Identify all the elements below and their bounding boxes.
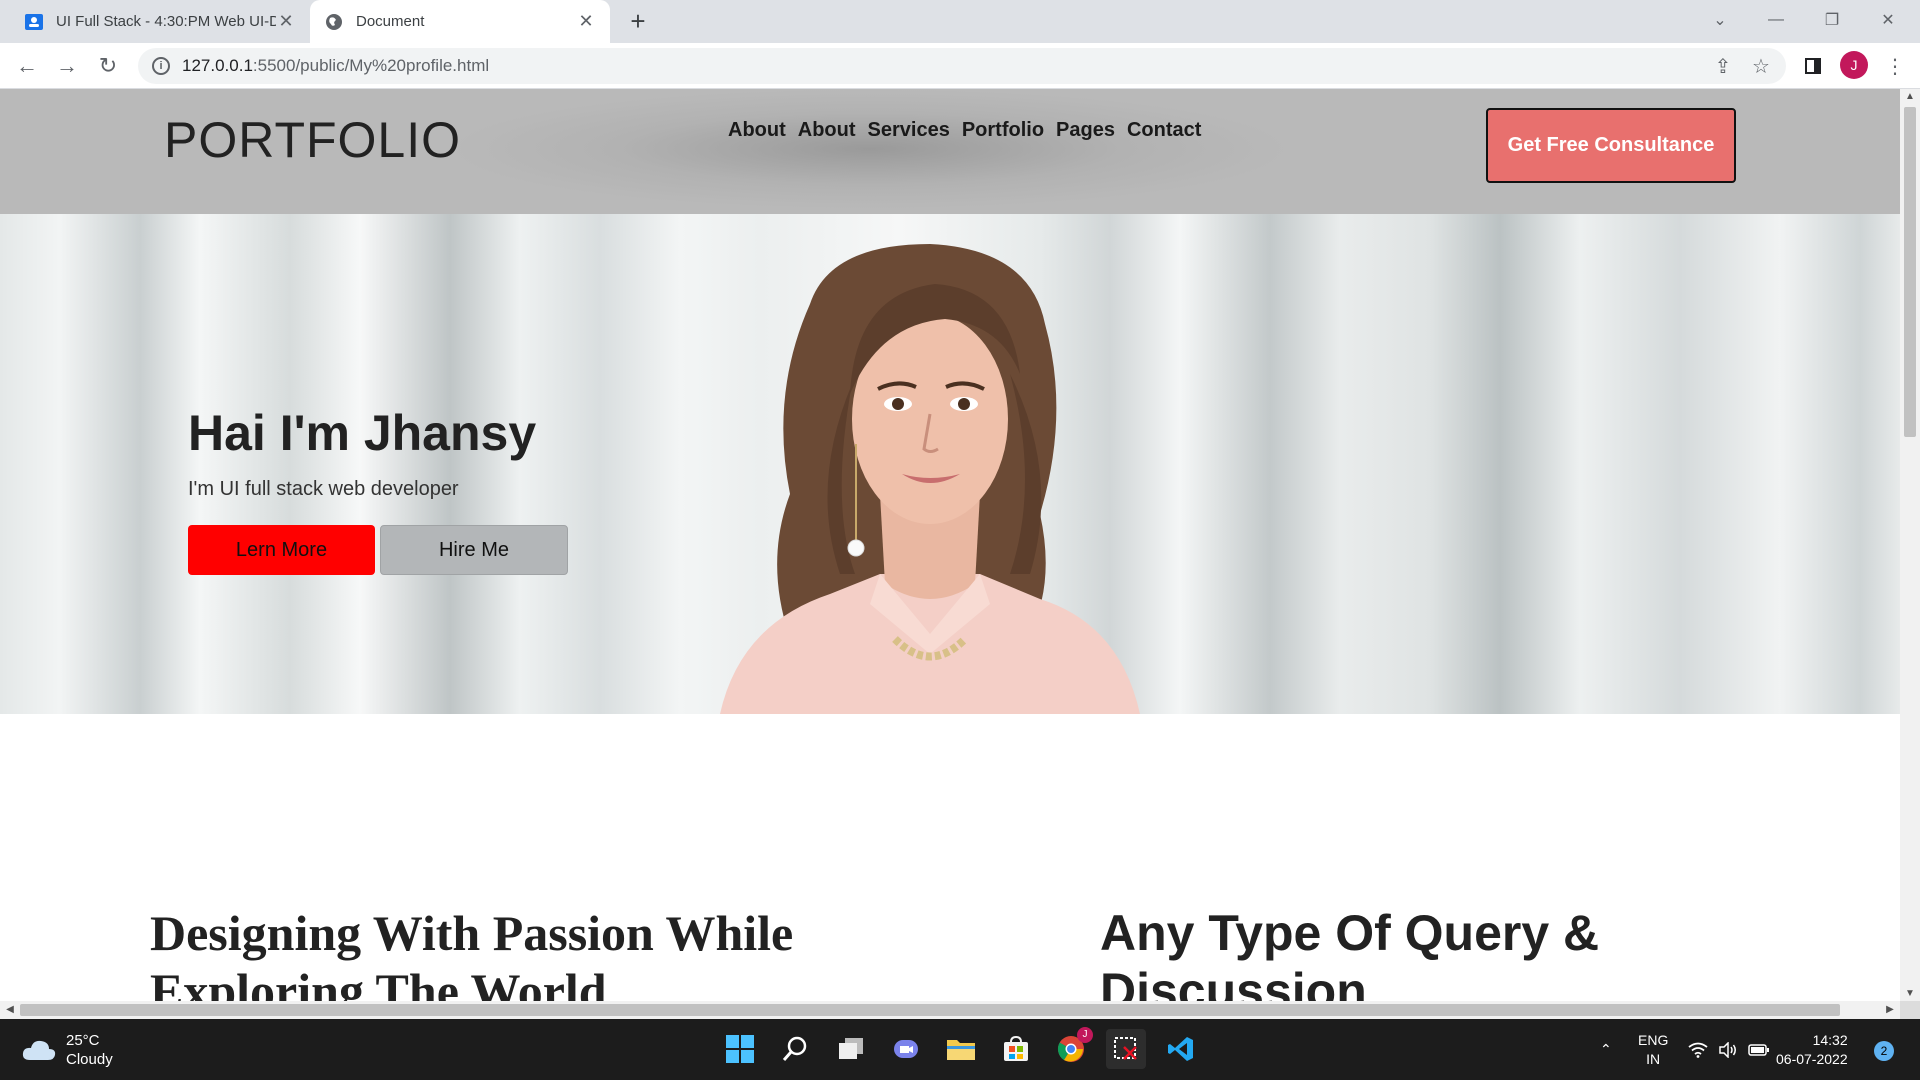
- region-code: IN: [1646, 1050, 1661, 1067]
- menu-kebab-icon[interactable]: ⋮: [1880, 51, 1910, 81]
- microsoft-store-icon[interactable]: [996, 1029, 1036, 1069]
- share-icon[interactable]: ⇪: [1708, 51, 1738, 81]
- forward-icon[interactable]: →: [52, 51, 82, 81]
- tab-title: UI Full Stack - 4:30:PM Web UI-D: [56, 13, 276, 30]
- reload-icon[interactable]: ↻: [93, 51, 123, 81]
- weather-description: Cloudy: [66, 1051, 113, 1068]
- hero-section: Hai I'm Jhansy I'm UI full stack web dev…: [0, 214, 1900, 714]
- page-viewport: PORTFOLIO About About Services Portfolio…: [0, 89, 1900, 1001]
- profile-avatar[interactable]: J: [1840, 51, 1868, 79]
- nav-link-portfolio[interactable]: Portfolio: [962, 119, 1044, 142]
- nav-link-pages[interactable]: Pages: [1056, 119, 1115, 142]
- teams-chat-icon[interactable]: [886, 1029, 926, 1069]
- hero-title: Hai I'm Jhansy: [188, 405, 537, 461]
- show-hidden-icons-chevron-icon[interactable]: ⌃: [1600, 1019, 1612, 1080]
- chrome-icon[interactable]: J: [1051, 1027, 1093, 1069]
- site-info-icon[interactable]: i: [152, 57, 170, 75]
- clock-time: 14:32: [1812, 1032, 1848, 1048]
- vertical-scrollbar[interactable]: ▲ ▼: [1900, 89, 1920, 1001]
- close-window-button[interactable]: ✕: [1860, 0, 1916, 40]
- globe-icon: [324, 12, 344, 32]
- nav-link-about-2[interactable]: About: [798, 119, 856, 142]
- scrollbar-corner: [1900, 1001, 1920, 1019]
- search-icon[interactable]: [775, 1029, 815, 1069]
- start-windows-icon[interactable]: [720, 1029, 760, 1069]
- horizontal-scrollbar[interactable]: ◀ ▶: [0, 1001, 1900, 1019]
- site-header: PORTFOLIO About About Services Portfolio…: [0, 89, 1900, 214]
- hire-me-button[interactable]: Hire Me: [380, 525, 568, 575]
- nav-link-services[interactable]: Services: [868, 119, 950, 142]
- address-bar[interactable]: i 127.0.0.1:5500/public/My%20profile.htm…: [138, 48, 1786, 84]
- language-code: ENG: [1638, 1031, 1669, 1048]
- back-icon[interactable]: ←: [12, 51, 42, 81]
- vertical-scroll-thumb[interactable]: [1904, 107, 1916, 437]
- snipping-tool-icon[interactable]: [1106, 1029, 1146, 1069]
- wifi-icon[interactable]: [1688, 1019, 1708, 1080]
- browser-toolbar: ← → ↻ i 127.0.0.1:5500/public/My%20profi…: [0, 43, 1920, 89]
- main-nav: About About Services Portfolio Pages Con…: [728, 119, 1201, 142]
- restore-button[interactable]: ❐: [1804, 0, 1860, 40]
- scroll-left-icon[interactable]: ◀: [0, 1001, 20, 1019]
- classroom-icon: [24, 12, 44, 32]
- task-view-icon[interactable]: [831, 1029, 871, 1069]
- url-host: 127.0.0.1: [182, 56, 253, 75]
- volume-icon[interactable]: [1718, 1019, 1738, 1080]
- nav-link-contact[interactable]: Contact: [1127, 119, 1201, 142]
- tab-title: Document: [356, 13, 425, 30]
- learn-more-button[interactable]: Lern More: [188, 525, 375, 575]
- chrome-profile-badge: J: [1077, 1027, 1093, 1043]
- close-tab-icon[interactable]: ✕: [276, 11, 296, 32]
- vscode-icon[interactable]: [1161, 1029, 1201, 1069]
- tab-search-chevron-icon[interactable]: ⌄: [1692, 0, 1748, 40]
- horizontal-scroll-thumb[interactable]: [20, 1004, 1840, 1016]
- get-free-consultance-button[interactable]: Get Free Consultance: [1486, 108, 1736, 183]
- hero-subtitle: I'm UI full stack web developer: [188, 478, 459, 500]
- file-explorer-icon[interactable]: [941, 1029, 981, 1069]
- hero-portrait-image: [720, 244, 1140, 714]
- section-heading-query: Any Type Of Query & Discussion: [1100, 905, 1600, 1001]
- close-tab-icon[interactable]: ✕: [576, 11, 596, 32]
- system-clock[interactable]: 14:32 06-07-2022: [1776, 1031, 1848, 1069]
- browser-tab-document[interactable]: Document ✕: [310, 0, 610, 43]
- nav-link-about[interactable]: About: [728, 119, 786, 142]
- scroll-right-icon[interactable]: ▶: [1880, 1001, 1900, 1019]
- section-heading-passion: Designing With Passion While Exploring T…: [150, 905, 794, 1001]
- windows-taskbar: 25°C Cloudy J ⌃ ENG IN 14:32 06-07-2022 …: [0, 1019, 1920, 1080]
- bookmark-star-icon[interactable]: ☆: [1746, 51, 1776, 81]
- browser-tab-ui-full-stack[interactable]: UI Full Stack - 4:30:PM Web UI-D ✕: [12, 0, 308, 43]
- battery-icon[interactable]: [1748, 1019, 1770, 1080]
- minimize-button[interactable]: —: [1748, 0, 1804, 40]
- language-indicator[interactable]: ENG IN: [1638, 1019, 1668, 1080]
- clock-date: 06-07-2022: [1776, 1051, 1848, 1067]
- weather-temperature: 25°C: [66, 1032, 100, 1049]
- browser-tab-bar: UI Full Stack - 4:30:PM Web UI-D ✕ Docum…: [0, 0, 1920, 43]
- weather-widget[interactable]: 25°C Cloudy: [22, 1031, 113, 1069]
- notification-count-badge[interactable]: 2: [1874, 1041, 1894, 1061]
- site-logo[interactable]: PORTFOLIO: [164, 111, 461, 169]
- scroll-down-icon[interactable]: ▼: [1900, 988, 1920, 999]
- url-path: :5500/public/My%20profile.html: [252, 56, 490, 75]
- cloud-icon: [22, 1040, 56, 1060]
- new-tab-button[interactable]: +: [623, 6, 653, 36]
- side-panel-icon[interactable]: [1798, 51, 1828, 81]
- scroll-up-icon[interactable]: ▲: [1900, 91, 1920, 102]
